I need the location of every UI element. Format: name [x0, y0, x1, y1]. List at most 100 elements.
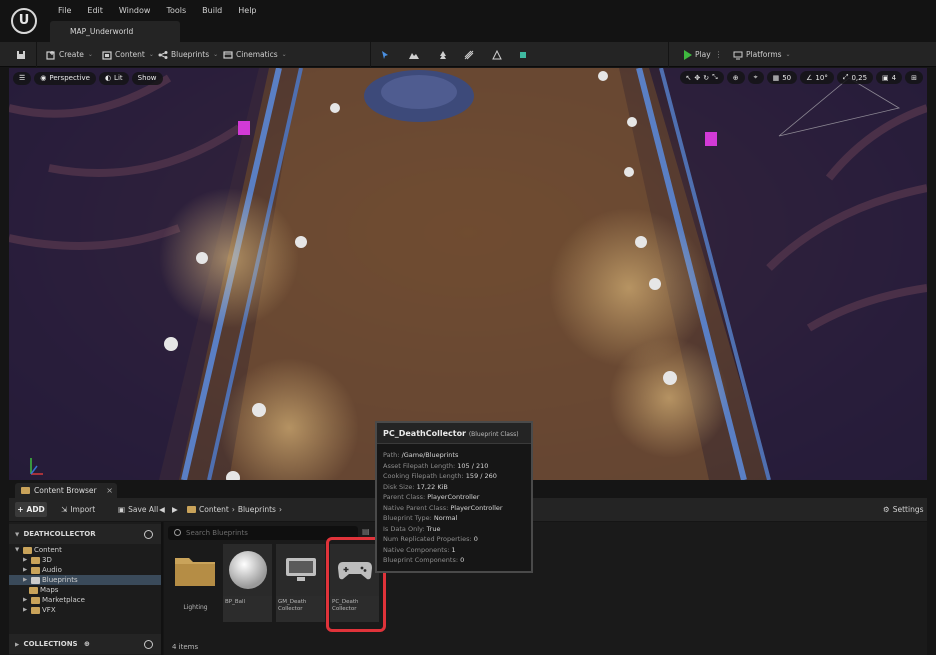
tooltip-line: Blueprint Type: Normal — [383, 514, 458, 522]
tree-item-label: VFX — [42, 606, 56, 614]
surface-snap-toggle[interactable]: ⌖ — [747, 71, 764, 84]
menu-edit[interactable]: Edit — [79, 6, 111, 15]
history-back-button[interactable]: ◀ — [159, 502, 165, 517]
menu-help[interactable]: Help — [230, 6, 264, 15]
foliage-mode-button[interactable] — [438, 42, 448, 67]
modeling-mode-button[interactable] — [518, 42, 528, 67]
grid-snap-button[interactable]: ▦ 50 — [766, 71, 798, 84]
add-collection-icon[interactable]: ⊕ — [84, 640, 90, 648]
menu-tools[interactable]: Tools — [158, 6, 194, 15]
modeling-icon — [520, 51, 526, 58]
asset-tile-lighting[interactable]: Lighting — [170, 544, 219, 622]
create-button[interactable]: Create ⌄ — [46, 42, 93, 67]
search-placeholder: Search Blueprints — [186, 529, 248, 537]
search-icon — [174, 529, 181, 536]
play-icon — [684, 49, 692, 60]
tree-item-vfx[interactable]: ▶ VFX — [9, 605, 161, 615]
settings-label: Settings — [892, 505, 924, 514]
asset-tile-gm-death-collector[interactable]: GM_Death Collector — [276, 544, 325, 622]
search-icon[interactable] — [144, 640, 153, 649]
tree-item-marketplace[interactable]: ▶ Marketplace — [9, 595, 161, 605]
lit-button[interactable]: ◐ Lit — [98, 71, 129, 85]
asset-tile-bp-ball[interactable]: BP_Ball — [223, 544, 272, 622]
menu-window[interactable]: Window — [111, 6, 159, 15]
folder-icon — [31, 556, 40, 564]
grid-icon: ▦ — [772, 73, 780, 82]
maximize-viewport-button[interactable]: ⊞ — [905, 71, 923, 84]
breadcrumb-blueprints[interactable]: Blueprints — [238, 505, 276, 514]
scene-render — [9, 68, 927, 480]
globe-icon: ⊕ — [732, 73, 739, 82]
perspective-label: Perspective — [49, 74, 90, 82]
scale-snap-button[interactable]: ⤢ 0,25 — [836, 71, 874, 84]
import-icon: ⇲ — [61, 505, 68, 514]
tree-item-maps[interactable]: Maps — [9, 585, 161, 595]
fracture-icon — [492, 49, 502, 59]
chevron-right-icon: ▶ — [23, 567, 28, 573]
play-button[interactable]: Play ⋮ — [684, 42, 723, 67]
mesh-paint-mode-button[interactable] — [464, 42, 474, 67]
plus-icon: + — [17, 505, 24, 514]
transform-tools[interactable]: ↖ ✥ ↻ ⤡ — [679, 71, 724, 84]
cinematics-label: Cinematics — [236, 50, 278, 59]
show-button[interactable]: Show — [131, 71, 163, 85]
search-icon[interactable] — [144, 530, 153, 539]
settings-button[interactable]: ⚙ Settings — [883, 502, 924, 517]
menu-build[interactable]: Build — [194, 6, 230, 15]
maximize-icon: ⊞ — [911, 73, 917, 82]
menu-file[interactable]: File — [50, 6, 79, 15]
tree-item-label: Maps — [40, 586, 59, 594]
history-forward-button[interactable]: ▶ — [172, 502, 178, 517]
collections-header[interactable]: ▶ COLLECTIONS ⊕ — [9, 634, 161, 654]
content-browser-icon — [21, 487, 30, 494]
fracture-mode-button[interactable] — [492, 42, 502, 67]
tree-item-audio[interactable]: ▶ Audio — [9, 565, 161, 575]
tree-item-3d[interactable]: ▶ 3D — [9, 555, 161, 565]
folder-thumbnail — [170, 544, 219, 596]
content-button[interactable]: Content ⌄ — [102, 42, 154, 67]
unreal-logo-icon[interactable]: U — [11, 8, 37, 34]
level-tab[interactable]: MAP_Underworld — [50, 21, 180, 42]
tooltip-line: Native Components: 1 — [383, 545, 456, 554]
select-mode-button[interactable] — [380, 42, 390, 67]
camera-speed-button[interactable]: ▣ 4 — [876, 71, 903, 84]
collections-label: COLLECTIONS — [23, 640, 78, 648]
breadcrumb-content[interactable]: Content — [199, 505, 229, 514]
rotation-snap-button[interactable]: ∠ 10° — [800, 71, 834, 84]
tree-item-content[interactable]: ▼ Content — [9, 545, 161, 555]
add-button[interactable]: + ADD — [15, 502, 47, 517]
asset-thumbnail — [223, 544, 272, 596]
import-button[interactable]: ⇲ Import — [61, 502, 95, 517]
hamburger-icon: ☰ — [19, 74, 26, 82]
content-browser-tab[interactable]: Content Browser × — [15, 483, 117, 498]
close-tab-icon[interactable]: × — [106, 486, 113, 495]
tree-item-blueprints[interactable]: ▶ Blueprints — [9, 575, 161, 585]
add-label: ADD — [26, 505, 45, 514]
surface-snap-icon: ⌖ — [753, 73, 758, 81]
folder-icon — [31, 596, 40, 604]
tooltip-line: Parent Class: PlayerController — [383, 493, 480, 501]
platforms-button[interactable]: Platforms ⌄ — [733, 42, 791, 67]
platforms-icon — [733, 51, 743, 59]
content-label: Content — [115, 50, 145, 59]
landscape-mode-button[interactable] — [409, 42, 419, 67]
sphere-icon — [228, 551, 267, 589]
asset-thumbnail — [276, 544, 325, 596]
content-icon — [102, 50, 112, 60]
tree-item-label: Marketplace — [42, 596, 85, 604]
tooltip-line: Disk Size: 17,22 KiB — [383, 482, 448, 491]
world-local-toggle[interactable]: ⊕ — [726, 71, 745, 84]
cinematics-button[interactable]: Cinematics ⌄ — [223, 42, 287, 67]
blueprints-button[interactable]: Blueprints ⌄ — [158, 42, 218, 67]
folder-icon — [174, 558, 215, 586]
viewport-options-button[interactable]: ☰ — [13, 71, 32, 85]
tooltip-line: Asset Filepath Length: 105 / 210 — [383, 461, 489, 470]
project-header[interactable]: ▼ DEATHCOLLECTOR — [9, 524, 161, 544]
save-all-button[interactable]: ▣ Save All — [118, 502, 158, 517]
tree-item-label: Content — [34, 546, 62, 554]
folder-icon — [29, 586, 38, 594]
level-viewport[interactable]: ☰ ◉ Perspective ◐ Lit Show ↖ ✥ ↻ ⤡ ⊕ ⌖ ▦… — [9, 68, 927, 480]
perspective-button[interactable]: ◉ Perspective — [34, 71, 96, 85]
save-button[interactable] — [16, 42, 26, 67]
filter-icon[interactable]: ▤ — [362, 527, 370, 536]
